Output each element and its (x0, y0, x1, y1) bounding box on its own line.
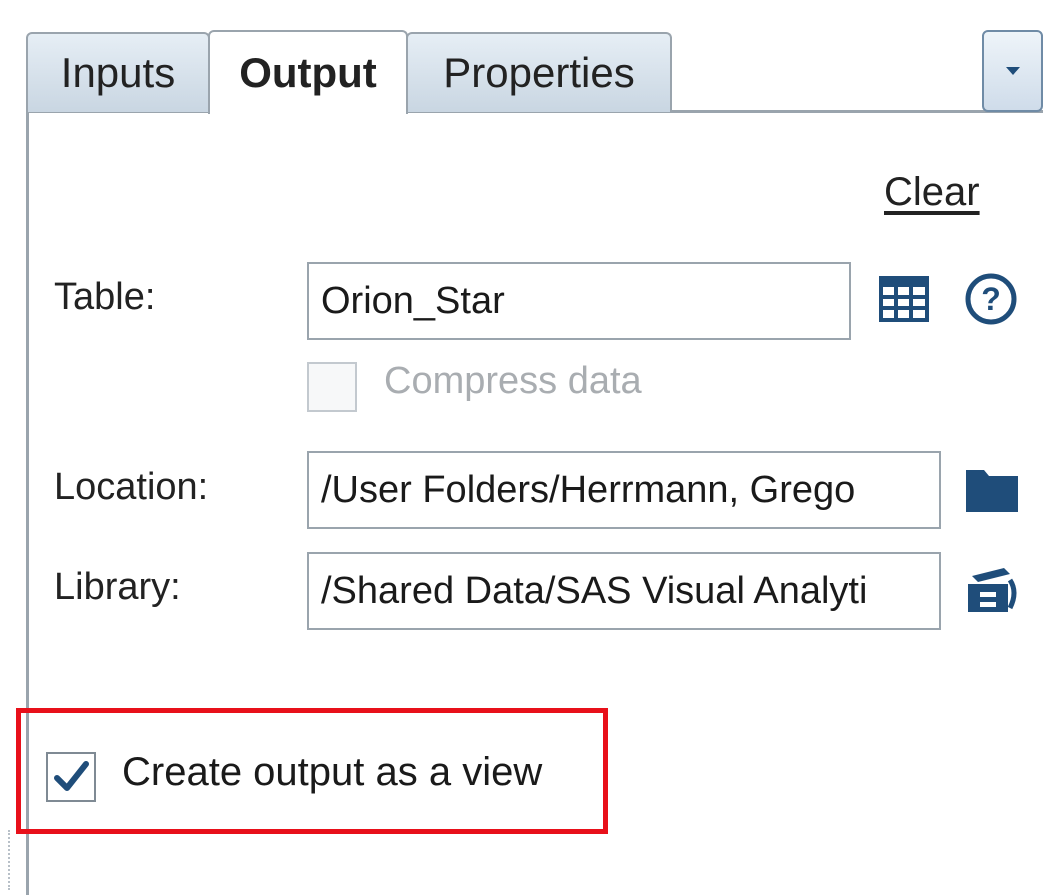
library-label: Library: (54, 566, 181, 608)
tab-inputs[interactable]: Inputs (26, 32, 210, 112)
clear-link[interactable]: Clear (884, 170, 980, 215)
help-icon[interactable]: ? (964, 272, 1018, 326)
location-label: Location: (54, 466, 209, 508)
create-view-label: Create output as a view (122, 750, 543, 794)
chevron-down-icon (1005, 67, 1020, 75)
compress-data-checkbox[interactable] (307, 362, 357, 412)
tab-output[interactable]: Output (208, 30, 408, 114)
folder-icon[interactable] (964, 462, 1020, 514)
output-settings-panel: Inputs Output Properties Clear Table: Or… (0, 0, 1043, 895)
svg-text:?: ? (981, 281, 1001, 317)
library-icon[interactable] (964, 562, 1020, 614)
checkmark-icon (54, 761, 89, 791)
table-grid-icon[interactable] (878, 273, 930, 325)
create-view-checkbox[interactable] (46, 752, 96, 802)
panel-resize-edge (8, 830, 10, 890)
compress-data-label: Compress data (384, 360, 642, 402)
table-field[interactable]: Orion_Star (307, 262, 851, 340)
table-label: Table: (54, 276, 156, 318)
tab-properties[interactable]: Properties (406, 32, 672, 112)
panel-menu-button[interactable] (982, 30, 1043, 112)
library-field[interactable]: /Shared Data/SAS Visual Analyti (307, 552, 941, 630)
location-field[interactable]: /User Folders/Herrmann, Grego (307, 451, 941, 529)
